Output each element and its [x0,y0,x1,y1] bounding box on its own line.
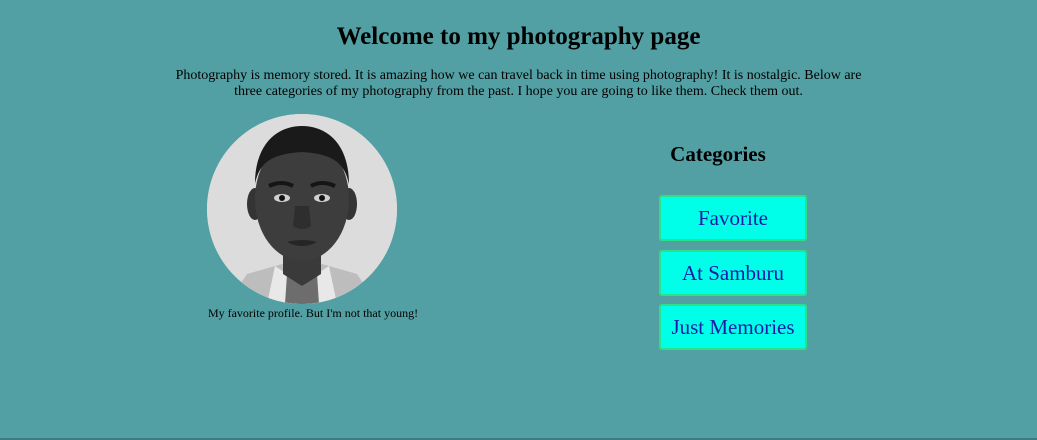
at-samburu-button[interactable]: At Samburu [659,250,807,296]
intro-paragraph: Photography is memory stored. It is amaz… [175,68,862,99]
profile-photo [207,114,397,304]
categories-heading: Categories [670,142,766,166]
favorite-button[interactable]: Favorite [659,195,807,241]
profile-caption: My favorite profile. But I'm not that yo… [207,306,419,320]
just-memories-button[interactable]: Just Memories [659,304,807,350]
page-title: Welcome to my photography page [336,23,701,50]
profile-portrait-image [207,114,397,304]
